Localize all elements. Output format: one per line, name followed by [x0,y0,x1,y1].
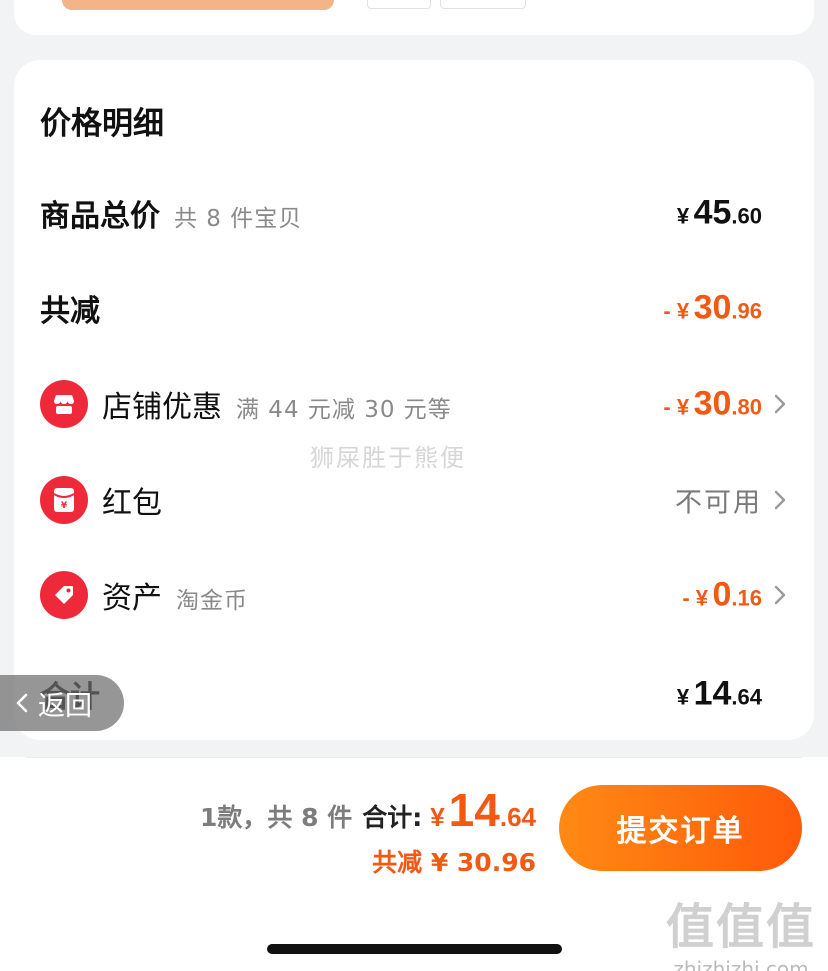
amount-integer: 45 [693,193,732,232]
submit-order-button[interactable]: 提交订单 [559,785,802,871]
chevron-right-icon[interactable] [768,488,792,512]
goods-total-label: 商品总价共 8 件宝贝 [40,191,302,235]
page-title: 价格明细 [40,106,164,142]
store-icon [40,380,88,428]
assets-type: 淘金币 [176,588,248,614]
store-discount-amount: - ¥ 30.80 [663,385,762,424]
total-amount: ¥14.64 [430,783,536,837]
amount-integer: 14 [693,674,732,713]
svg-text:¥: ¥ [61,501,68,511]
amount-integer: 14 [448,784,500,836]
assets-row[interactable]: 资产 淘金币 - ¥ 0.16 [14,565,814,625]
item-count: 1款，共 8 件 [200,803,353,832]
site-watermark-logo: 值值值 [665,899,816,955]
goods-total-row: 商品总价共 8 件宝贝 ¥ 45.60 [14,183,814,243]
amount-decimal: .64 [731,684,762,710]
currency-symbol: ¥ [695,585,709,611]
total-discount-label: 共减 [40,294,100,329]
currency-symbol: ¥ [430,802,445,832]
store-discount-row[interactable]: 店铺优惠满 44 元减 30 元等 - ¥ 30.80 [14,374,814,434]
amount-decimal: .60 [731,203,762,229]
assets-amount: - ¥ 0.16 [682,576,762,615]
sku-option-chip[interactable] [440,0,526,9]
chevron-left-icon [16,693,28,713]
minus-prefix: - [682,585,696,611]
amount-integer: 0 [712,575,732,614]
currency-symbol: ¥ [676,203,690,229]
amount-integer: 30 [693,288,732,327]
order-summary: 1款，共 8 件 合计: ¥14.64 [200,783,536,837]
red-packet-status: 不可用 [675,487,762,519]
grand-total-row: 合计 ¥ 14.64 [14,664,814,724]
amount-decimal: .96 [731,298,762,324]
back-button[interactable]: 返回 [0,675,124,731]
saving-summary: 共减 ¥ 30.96 [372,848,536,877]
divider [26,757,802,758]
minus-prefix: - [663,298,677,324]
assets-label: 资产 淘金币 [102,573,248,617]
currency-symbol: ¥ [676,684,690,710]
goods-total-amount: ¥ 45.60 [677,194,762,233]
product-thumbnail[interactable] [62,0,334,10]
currency-symbol: ¥ [676,394,690,420]
total-discount-amount: - ¥ 30.96 [663,289,762,328]
total-discount-row: 共减 - ¥ 30.96 [14,278,814,338]
amount-integer: 30 [693,384,732,423]
currency-symbol: ¥ [676,298,690,324]
red-packet-label: 红包 [102,486,162,521]
sku-option-chip[interactable] [367,0,431,9]
assets-label-text: 资产 [102,581,162,616]
goods-total-label-text: 商品总价 [40,199,160,234]
red-packet-icon: ¥ [40,476,88,524]
store-discount-label-text: 店铺优惠 [102,390,222,425]
checkout-bar: 1款，共 8 件 合计: ¥14.64 共减 ¥ 30.96 提交订单 值值值 … [0,757,828,971]
grand-total-amount: ¥ 14.64 [677,675,762,714]
chevron-right-icon[interactable] [768,583,792,607]
price-detail-card: 价格明细 商品总价共 8 件宝贝 ¥ 45.60 共减 - ¥ 30.96 店铺… [14,60,814,740]
red-packet-row[interactable]: ¥ 红包 不可用 [14,470,814,530]
back-label: 返回 [38,690,92,722]
minus-prefix: - [663,394,677,420]
watermark-text: 狮屎胜于熊便 [310,444,466,472]
site-watermark-url: zhizhizhi.com [673,957,809,971]
site-watermark: 值值值 zhizhizhi.com [666,887,816,971]
goods-count: 共 8 件宝贝 [174,206,303,232]
home-indicator[interactable] [267,944,562,954]
store-discount-rule: 满 44 元减 30 元等 [236,397,452,423]
total-label: 合计: [362,803,423,832]
store-discount-label: 店铺优惠满 44 元减 30 元等 [102,382,452,426]
amount-decimal: .64 [499,802,536,832]
previous-card [14,0,814,35]
chevron-right-icon[interactable] [768,392,792,416]
amount-decimal: .80 [731,394,762,420]
tag-icon [40,571,88,619]
amount-decimal: .16 [731,585,762,611]
